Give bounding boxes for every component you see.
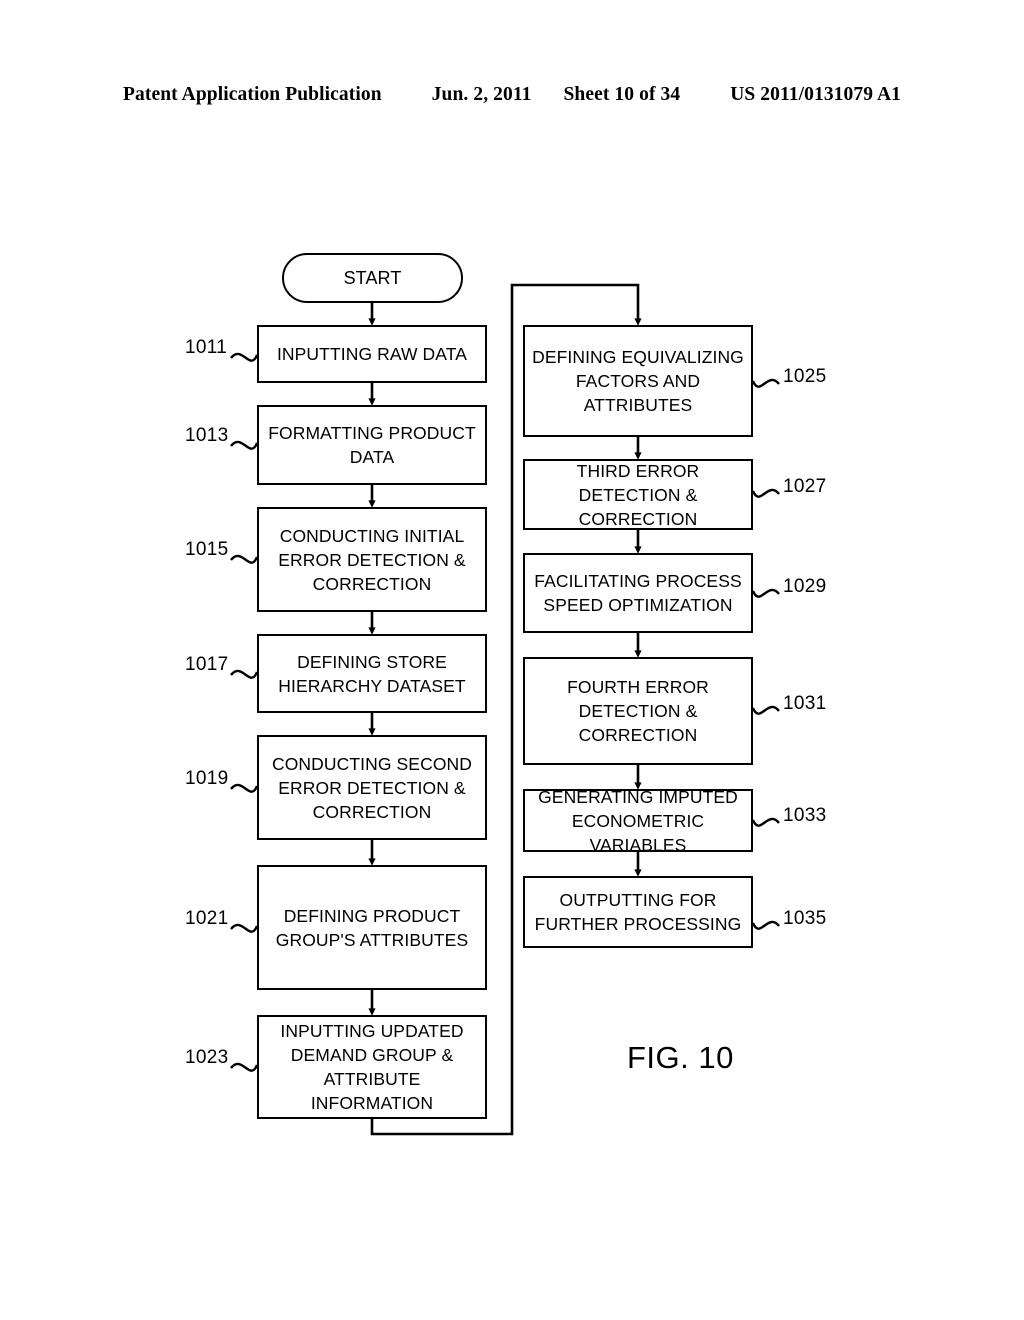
process-node-1011: INPUTTING RAW DATA xyxy=(257,325,487,383)
ref-numeral-1031: 1031 xyxy=(783,693,827,714)
start-label: START xyxy=(343,268,402,288)
node-label-1023: INPUTTING UPDATED DEMAND GROUP & ATTRIBU… xyxy=(280,1021,464,1113)
process-node-1029: FACILITATING PROCESS SPEED OPTIMIZATION xyxy=(523,553,753,633)
leader-1011 xyxy=(230,352,259,362)
node-label-1033: GENERATING IMPUTED ECONOMETRIC VARIABLES xyxy=(538,786,738,855)
leader-1021 xyxy=(230,923,259,933)
node-label-1011: INPUTTING RAW DATA xyxy=(276,344,468,364)
process-node-1033: GENERATING IMPUTED ECONOMETRIC VARIABLES xyxy=(523,787,753,855)
start-terminator: START xyxy=(282,253,463,303)
process-node-1015: CONDUCTING INITIAL ERROR DETECTION & COR… xyxy=(257,507,487,612)
leader-1031 xyxy=(751,705,780,715)
ref-numeral-1035: 1035 xyxy=(783,908,827,929)
node-label-1025: DEFINING EQUIVALIZING FACTORS AND ATTRIB… xyxy=(532,347,744,415)
ref-numeral-1027: 1027 xyxy=(783,476,827,497)
flowchart-figure: START INPUTTING RAW DATA FORMATTING PROD… xyxy=(0,0,1024,1320)
process-node-1031: FOURTH ERROR DETECTION & CORRECTION xyxy=(523,657,753,765)
ref-numeral-1023: 1023 xyxy=(185,1047,229,1068)
process-node-1013: FORMATTING PRODUCT DATA xyxy=(257,405,487,485)
process-node-1025: DEFINING EQUIVALIZING FACTORS AND ATTRIB… xyxy=(523,325,753,437)
node-label-1029: FACILITATING PROCESS SPEED OPTIMIZATION xyxy=(534,571,742,615)
node-label-1031: FOURTH ERROR DETECTION & CORRECTION xyxy=(567,677,709,745)
process-node-1017: DEFINING STORE HIERARCHY DATASET xyxy=(257,634,487,713)
leader-1019 xyxy=(230,783,259,793)
process-node-1019: CONDUCTING SECOND ERROR DETECTION & CORR… xyxy=(257,735,487,840)
flowchart-connectors xyxy=(230,283,780,1136)
node-label-1019: CONDUCTING SECOND ERROR DETECTION & CORR… xyxy=(271,753,473,822)
node-label-1013: FORMATTING PRODUCT DATA xyxy=(268,423,476,467)
leader-1029 xyxy=(751,588,780,598)
leader-1013 xyxy=(230,440,259,450)
figure-caption: FIG. 10 xyxy=(627,1040,734,1075)
node-label-1027: THIRD ERROR DETECTION & CORRECTION xyxy=(576,460,700,529)
leader-1033 xyxy=(751,817,780,827)
leader-1027 xyxy=(751,488,780,498)
leader-1025 xyxy=(751,378,780,388)
node-label-1015: CONDUCTING INITIAL ERROR DETECTION & COR… xyxy=(278,525,466,594)
ref-numeral-1025: 1025 xyxy=(783,366,827,387)
process-node-1035: OUTPUTTING FOR FURTHER PROCESSING xyxy=(523,876,753,948)
ref-numeral-1011: 1011 xyxy=(185,337,228,358)
process-node-1023: INPUTTING UPDATED DEMAND GROUP & ATTRIBU… xyxy=(257,1015,487,1119)
leader-1035 xyxy=(751,920,780,930)
node-label-1021: DEFINING PRODUCT GROUP'S ATTRIBUTES xyxy=(275,905,469,950)
process-node-1021: DEFINING PRODUCT GROUP'S ATTRIBUTES xyxy=(257,865,487,990)
ref-numeral-1021: 1021 xyxy=(185,908,229,929)
ref-numeral-1019: 1019 xyxy=(185,768,229,789)
ref-numeral-1017: 1017 xyxy=(185,654,229,675)
leader-1015 xyxy=(230,554,259,564)
leader-1017 xyxy=(230,669,259,679)
node-label-1035: OUTPUTTING FOR FURTHER PROCESSING xyxy=(534,890,742,934)
ref-numeral-1013: 1013 xyxy=(185,425,229,446)
ref-numeral-1033: 1033 xyxy=(783,805,827,826)
leader-lines-left xyxy=(230,352,259,1072)
leader-lines-right xyxy=(751,378,780,930)
node-label-1017: DEFINING STORE HIERARCHY DATASET xyxy=(278,651,466,696)
ref-numeral-1015: 1015 xyxy=(185,539,229,560)
process-node-1027: THIRD ERROR DETECTION & CORRECTION xyxy=(523,459,753,530)
ref-numeral-1029: 1029 xyxy=(783,576,827,597)
leader-1023 xyxy=(230,1062,259,1072)
